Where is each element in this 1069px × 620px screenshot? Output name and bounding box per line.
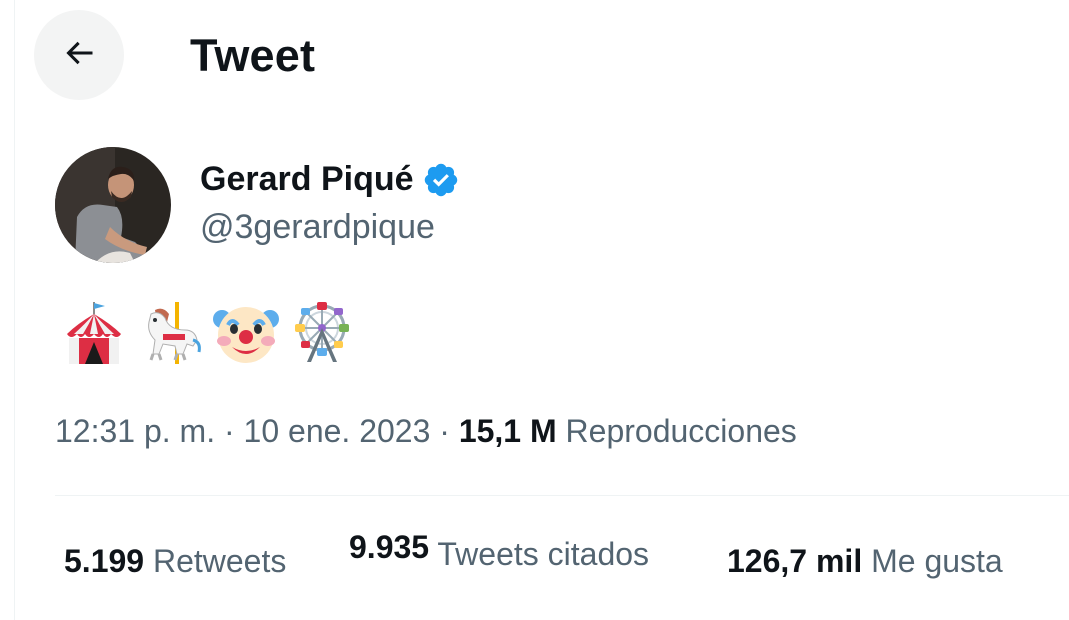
circus-tent-emoji [60, 298, 128, 368]
tweet-meta: 12:31 p. m. · 10 ene. 2023 · 15,1 M Repr… [55, 413, 797, 450]
retweets-stat[interactable]: 5.199 Retweets [64, 543, 286, 580]
avatar[interactable] [55, 147, 171, 263]
column-border [14, 0, 15, 620]
ferris-wheel-emoji [288, 298, 356, 368]
back-button[interactable] [34, 10, 124, 100]
retweets-label: Retweets [152, 543, 287, 579]
quotes-stat[interactable]: 9.935 Tweets citados [349, 529, 650, 573]
tweet-date[interactable]: 10 ene. 2023 [244, 413, 431, 449]
tweet-time[interactable]: 12:31 p. m. [55, 413, 215, 449]
retweets-count: 5.199 [64, 543, 145, 579]
author-handle[interactable]: @3gerardpique [200, 208, 435, 247]
tweet-text [60, 298, 356, 368]
meta-separator: · [223, 413, 235, 449]
author-name-text: Gerard Piqué [200, 160, 414, 198]
views-label: Reproducciones [565, 413, 797, 449]
divider [55, 495, 1069, 496]
verified-badge-icon [422, 161, 460, 199]
likes-label: Me gusta [871, 543, 1003, 579]
views-count: 15,1 M [458, 413, 557, 449]
clown-face-emoji [212, 298, 280, 368]
tweet-page: Tweet Gerard Piqué @3gerardpique 12:31 p… [0, 0, 1069, 620]
quotes-label: Tweets citados [437, 536, 650, 572]
carousel-horse-emoji [136, 298, 204, 368]
meta-separator: · [439, 413, 450, 449]
page-title: Tweet [190, 30, 316, 81]
author-name[interactable]: Gerard Piqué [200, 160, 460, 199]
likes-stat[interactable]: 126,7 mil Me gusta [727, 543, 1003, 580]
likes-count: 126,7 mil [727, 543, 863, 579]
arrow-left-icon [61, 35, 97, 76]
quotes-count: 9.935 [349, 529, 430, 565]
